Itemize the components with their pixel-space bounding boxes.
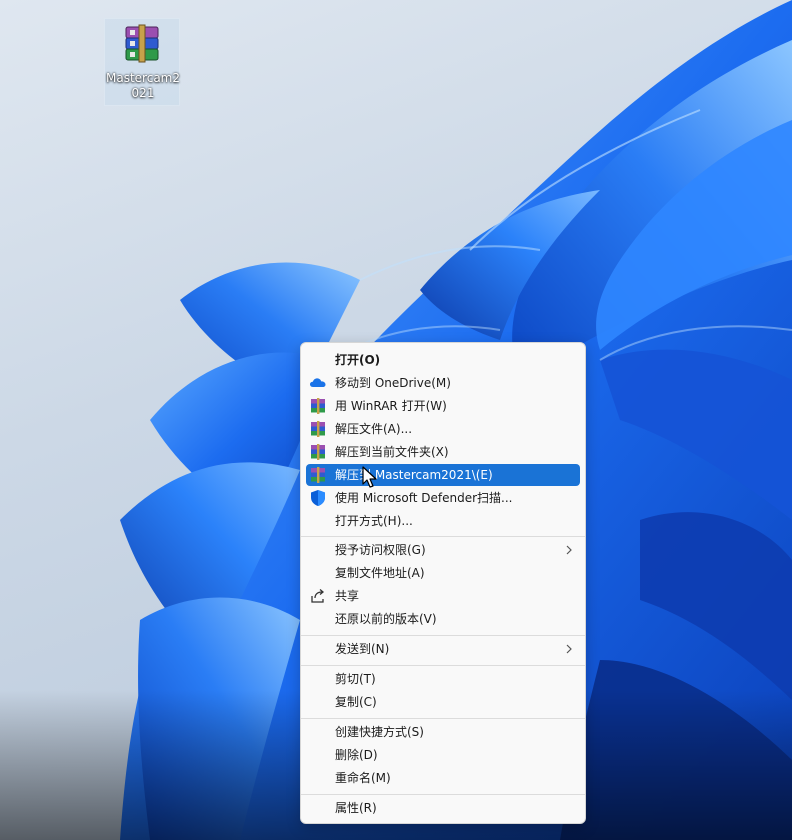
chevron-right-icon <box>566 644 572 654</box>
menu-item-open-with[interactable]: 打开方式(H)... <box>306 510 580 532</box>
menu-item-label: 复制(C) <box>335 695 377 709</box>
winrar-archive-icon <box>125 24 159 63</box>
menu-item-extract-here[interactable]: 解压到当前文件夹(X) <box>306 441 580 463</box>
menu-item-extract-to-folder[interactable]: 解压到 Mastercam2021\(E) <box>306 464 580 486</box>
menu-item-extract-files[interactable]: 解压文件(A)... <box>306 418 580 440</box>
menu-item-label: 授予访问权限(G) <box>335 543 426 557</box>
menu-separator <box>301 794 585 795</box>
menu-item-rename[interactable]: 重命名(M) <box>306 767 580 789</box>
menu-item-label: 打开(O) <box>335 353 381 367</box>
menu-item-label: 用 WinRAR 打开(W) <box>335 399 447 413</box>
menu-item-copy-path[interactable]: 复制文件地址(A) <box>306 562 580 584</box>
menu-item-move-to-onedrive[interactable]: 移动到 OneDrive(M) <box>306 372 580 394</box>
menu-item-defender-scan[interactable]: 使用 Microsoft Defender扫描... <box>306 487 580 509</box>
onedrive-cloud-icon <box>310 378 326 387</box>
desktop-file-icon[interactable]: Mastercam2021 <box>104 18 180 106</box>
menu-item-delete[interactable]: 删除(D) <box>306 744 580 766</box>
menu-item-label: 删除(D) <box>335 748 378 762</box>
menu-item-label: 属性(R) <box>335 801 377 815</box>
menu-separator <box>301 665 585 666</box>
menu-item-label: 发送到(N) <box>335 642 390 656</box>
menu-item-label: 共享 <box>335 589 360 603</box>
winrar-icon <box>311 467 325 483</box>
menu-item-label: 解压到 Mastercam2021\(E) <box>335 468 493 482</box>
menu-item-label: 打开方式(H)... <box>335 514 413 528</box>
desktop-file-label: Mastercam2021 <box>106 71 180 100</box>
menu-item-create-shortcut[interactable]: 创建快捷方式(S) <box>306 721 580 743</box>
mouse-cursor-icon <box>362 466 377 488</box>
menu-item-label: 移动到 OneDrive(M) <box>335 376 451 390</box>
menu-item-label: 剪切(T) <box>335 672 376 686</box>
menu-item-label: 还原以前的版本(V) <box>335 612 437 626</box>
menu-item-label: 创建快捷方式(S) <box>335 725 424 739</box>
menu-item-open[interactable]: 打开(O) <box>306 349 580 371</box>
menu-item-properties[interactable]: 属性(R) <box>306 797 580 819</box>
menu-item-label: 使用 Microsoft Defender扫描... <box>335 491 513 505</box>
winrar-icon <box>311 444 325 460</box>
menu-item-cut[interactable]: 剪切(T) <box>306 668 580 690</box>
menu-item-label: 重命名(M) <box>335 771 391 785</box>
menu-item-share[interactable]: 共享 <box>306 585 580 607</box>
context-menu: 打开(O) 移动到 OneDrive(M) 用 WinRAR 打开(W) 解压文… <box>300 342 586 824</box>
winrar-icon <box>311 421 325 437</box>
menu-item-label: 解压到当前文件夹(X) <box>335 445 449 459</box>
menu-separator <box>301 536 585 537</box>
menu-item-copy[interactable]: 复制(C) <box>306 691 580 713</box>
menu-item-restore-previous-versions[interactable]: 还原以前的版本(V) <box>306 608 580 630</box>
menu-item-give-access[interactable]: 授予访问权限(G) <box>306 539 580 561</box>
menu-item-label: 解压文件(A)... <box>335 422 413 436</box>
menu-item-label: 复制文件地址(A) <box>335 566 425 580</box>
winrar-icon <box>311 398 325 414</box>
share-icon <box>311 589 325 603</box>
defender-shield-icon <box>311 490 325 506</box>
chevron-right-icon <box>566 545 572 555</box>
menu-item-send-to[interactable]: 发送到(N) <box>306 638 580 660</box>
menu-item-open-with-winrar[interactable]: 用 WinRAR 打开(W) <box>306 395 580 417</box>
menu-separator <box>301 718 585 719</box>
menu-separator <box>301 635 585 636</box>
